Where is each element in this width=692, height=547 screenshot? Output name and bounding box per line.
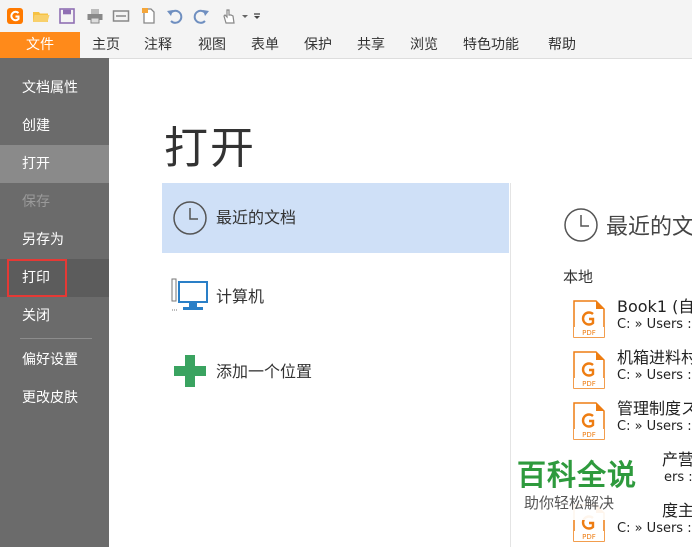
svg-text:PDF: PDF [582,329,596,337]
recent-file-path: C: » Users : [617,521,692,536]
location-label: 最近的文档 [216,208,297,227]
customize-toolbar-icon[interactable] [252,7,262,25]
menu-view[interactable]: 视图 [198,32,226,58]
recent-file-name: Book1 (自 [617,297,692,316]
recent-file-path: C: » Users : [617,317,692,332]
menu-features[interactable]: 特色功能 [463,32,519,58]
recent-file-name: 产营 [662,450,692,469]
watermark-subtitle: 助你轻松解决 [524,494,615,512]
pdf-file-icon: PDF [573,351,605,389]
menu-file[interactable]: 文件 [0,32,80,58]
pdf-file-icon: PDF [573,300,605,338]
new-document-icon[interactable] [140,7,158,25]
sidebar-item-create[interactable]: 创建 [0,107,109,145]
scan-icon[interactable] [112,7,130,25]
recent-file-name: 机箱进料村 [617,348,692,367]
app-logo-icon[interactable] [6,7,24,25]
menu-form[interactable]: 表单 [251,32,279,58]
recent-file-path: C: » Users : [617,419,692,434]
recent-file-name: 管理制度ス [617,399,692,418]
save-icon[interactable] [58,7,76,25]
page-title: 打开 [164,123,256,174]
redo-icon[interactable] [192,7,210,25]
recent-file-item[interactable]: PDF Book1 (自 C: » Users : [572,293,692,343]
sidebar-item-preferences[interactable]: 偏好设置 [0,341,109,379]
sidebar-item-change-skin[interactable]: 更改皮肤 [0,379,109,417]
recent-file-item[interactable]: PDF 管理制度ス C: » Users : [572,395,692,445]
sidebar-item-save[interactable]: 保存 [0,183,109,221]
watermark: 百科全说 助你轻松解决 [512,450,650,520]
menu-home[interactable]: 主页 [92,32,120,58]
clock-icon [173,201,207,235]
clock-icon [564,208,598,242]
hand-tool-icon[interactable] [220,7,238,25]
recent-file-path: ers : [664,470,692,485]
recent-documents-heading: 最近的文 [606,215,692,240]
recent-file-path: C: » Users : [617,368,692,383]
menu-help[interactable]: 帮助 [548,32,576,58]
open-folder-icon[interactable] [32,7,50,25]
print-highlight-box [7,259,67,297]
sidebar-divider [20,338,92,339]
location-add-place[interactable]: 添加一个位置 [162,337,509,407]
panel-divider [510,183,511,547]
location-label: 添加一个位置 [216,362,313,381]
dropdown-arrow-icon[interactable] [240,7,250,25]
computer-icon [171,278,208,311]
quick-access-toolbar [0,0,692,32]
print-icon[interactable] [86,7,104,25]
menu-share[interactable]: 共享 [357,32,385,58]
location-computer[interactable]: 计算机 [162,262,509,332]
location-label: 计算机 [216,287,265,306]
recent-file-item[interactable]: PDF 机箱进料村 C: » Users : [572,344,692,394]
pdf-file-icon: PDF [573,402,605,440]
file-backstage-sidebar: 文档属性 创建 打开 保存 另存为 打印 关闭 偏好设置 更改皮肤 [0,58,109,547]
menu-protect[interactable]: 保护 [304,32,332,58]
sidebar-item-close[interactable]: 关闭 [0,297,109,335]
svg-text:PDF: PDF [582,380,596,388]
undo-icon[interactable] [166,7,184,25]
watermark-title: 百科全说 [517,458,638,492]
sidebar-item-open[interactable]: 打开 [0,145,109,183]
sidebar-item-save-as[interactable]: 另存为 [0,221,109,259]
menu-browse[interactable]: 浏览 [410,32,438,58]
plus-icon [174,355,206,387]
local-section-label: 本地 [563,268,594,286]
menu-annotate[interactable]: 注释 [144,32,172,58]
sidebar-item-properties[interactable]: 文档属性 [0,69,109,107]
recent-file-name: 度主 [662,501,692,520]
svg-text:PDF: PDF [582,533,596,541]
location-recent-documents[interactable]: 最近的文档 [162,183,509,253]
menu-bar: 文件 主页 注释 视图 表单 保护 共享 浏览 特色功能 帮助 [0,32,692,59]
svg-text:PDF: PDF [582,431,596,439]
